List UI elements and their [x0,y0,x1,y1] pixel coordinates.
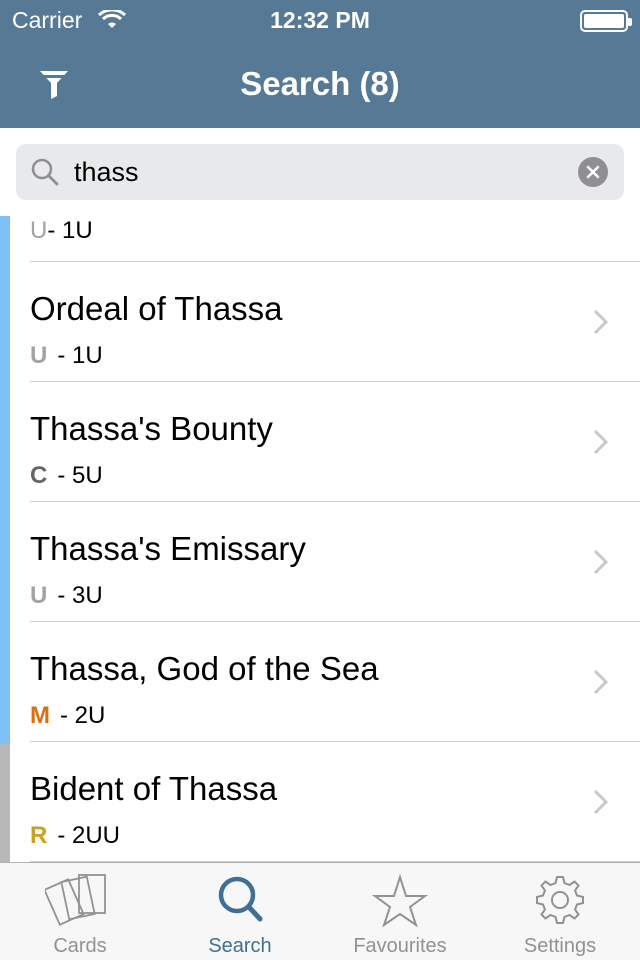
navigation-bar: Search (8) [0,40,640,128]
star-icon [371,873,429,928]
card-name: Ordeal of Thassa [30,290,283,327]
list-item-partial[interactable]: U- 1U [0,216,640,262]
status-time: 12:32 PM [270,7,370,33]
mana-cost: - 5U [57,462,103,489]
card-subtitle: U - 3U [30,582,103,610]
card-subtitle: C - 5U [30,462,103,490]
chevron-right-icon [593,309,609,335]
cards-icon [45,874,106,926]
card-subtitle: U - 1U [30,342,103,370]
clear-search-button[interactable] [578,157,608,187]
scroll-indicator-track [0,744,10,862]
tab-label: Settings [523,935,597,957]
rarity-badge: U [30,582,48,609]
page-title: Search (8) [240,65,400,102]
scroll-indicator[interactable] [0,216,10,862]
mana-cost: - 2UU [57,822,121,849]
gear-icon [536,876,584,924]
tab-search[interactable]: Search [160,863,320,960]
card-name: Thassa's Emissary [30,530,306,567]
search-area [0,128,640,216]
status-bar: Carrier 12:32 PM [0,0,640,40]
list-item[interactable]: Thassa's Emissary U - 3U [0,502,640,622]
tab-cards[interactable]: Cards [0,863,160,960]
mana-cost: - 2U [60,702,106,729]
chevron-right-icon [593,669,609,695]
rarity-badge: U [30,342,48,369]
list-item[interactable]: Thassa, God of the Sea M - 2U [0,622,640,742]
chevron-right-icon [593,549,609,575]
card-name: Thassa's Bounty [30,410,273,447]
list-item[interactable]: Ordeal of Thassa U - 1U [0,262,640,382]
list-item[interactable]: Bident of Thassa R - 2UU [0,742,640,862]
search-input[interactable] [74,144,574,200]
mana-cost: - 1U [57,342,103,369]
rarity-badge: U [30,217,48,244]
mana-cost: - 3U [57,582,103,609]
tab-settings[interactable]: Settings [480,863,640,960]
chevron-right-icon [593,789,609,815]
card-name: Bident of Thassa [30,770,278,807]
search-field[interactable] [16,144,624,200]
card-subtitle: U- 1U [30,217,93,245]
tab-favourites[interactable]: Favourites [320,863,480,960]
tab-label: Search [208,935,272,957]
card-name: Thassa, God of the Sea [30,650,379,687]
chevron-right-icon [593,429,609,455]
tab-label: Cards [53,935,107,957]
card-subtitle: R - 2UU [30,822,120,850]
search-icon [218,876,263,922]
rarity-badge: M [30,702,50,729]
tab-bar: Cards Search Favourites Settings [0,862,640,960]
list-item[interactable]: Thassa's Bounty C - 5U [0,382,640,502]
close-icon [586,165,600,179]
tab-label: Favourites [353,935,447,957]
mana-cost: - 1U [47,217,93,244]
results-list[interactable]: U- 1U Ordeal of Thassa U- 1U Thassa's Bo… [0,216,640,862]
card-subtitle: M - 2U [30,702,105,730]
magnifier-icon [31,158,59,186]
rarity-badge: C [30,462,48,489]
header: Carrier 12:32 PM Search (8) [0,0,640,128]
rarity-badge: R [30,822,48,849]
battery-icon [580,10,632,32]
scroll-indicator-thumb [0,216,10,744]
